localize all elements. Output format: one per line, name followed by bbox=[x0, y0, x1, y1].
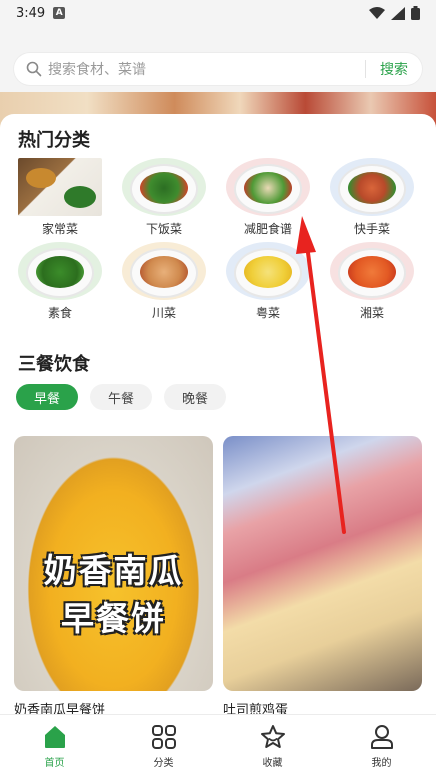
quick-dish-image bbox=[330, 158, 414, 216]
grid-icon bbox=[151, 725, 176, 749]
pumpkin-pancake-image: 奶香南瓜 早餐饼 bbox=[14, 436, 213, 691]
category-vegetarian[interactable]: 素食 bbox=[14, 242, 106, 321]
sichuan-dish-image bbox=[122, 242, 206, 300]
status-time: 3:49 bbox=[16, 5, 46, 21]
recipe-title: 吐司煎鸡蛋 bbox=[223, 703, 289, 714]
nav-profile[interactable]: 我的 bbox=[327, 715, 436, 776]
category-label: 湘菜 bbox=[359, 306, 384, 320]
category-label: 素食 bbox=[47, 306, 72, 320]
category-label: 下饭菜 bbox=[145, 222, 182, 236]
meals-title: 三餐饮食 bbox=[18, 354, 90, 375]
category-cantonese[interactable]: 粤菜 bbox=[222, 242, 314, 321]
search-button[interactable]: 搜索 bbox=[366, 59, 422, 79]
search-icon bbox=[26, 61, 42, 77]
nav-label: 收藏 bbox=[262, 758, 283, 769]
nav-label: 我的 bbox=[371, 758, 392, 769]
recipe-title: 奶香南瓜早餐饼 bbox=[14, 703, 106, 714]
category-hunan[interactable]: 湘菜 bbox=[326, 242, 418, 321]
vegetarian-dish-image bbox=[18, 242, 102, 300]
nav-categories[interactable]: 分类 bbox=[109, 715, 218, 776]
star-icon bbox=[260, 725, 285, 748]
tab-breakfast[interactable]: 早餐 bbox=[16, 384, 79, 410]
recipe-image-text-line2: 早餐饼 bbox=[61, 599, 166, 638]
recipe-card-pumpkin-pancake[interactable]: 奶香南瓜 早餐饼 奶香南瓜早餐饼 bbox=[14, 436, 213, 714]
home-icon bbox=[44, 726, 65, 748]
search-input[interactable]: 搜索食材、菜谱 bbox=[48, 59, 365, 79]
diet-dish-image bbox=[226, 158, 310, 216]
wifi-icon bbox=[369, 6, 385, 19]
category-label: 粤菜 bbox=[255, 306, 280, 320]
meal-tabs: 早餐 午餐 晚餐 bbox=[16, 384, 227, 410]
nav-favorites[interactable]: 收藏 bbox=[218, 715, 327, 776]
category-label: 快手菜 bbox=[353, 222, 390, 236]
category-home-cooking[interactable]: 家常菜 bbox=[14, 158, 106, 237]
nav-label: 首页 bbox=[44, 758, 65, 769]
category-label: 川菜 bbox=[151, 306, 176, 320]
nav-home[interactable]: 首页 bbox=[0, 715, 109, 776]
tab-dinner[interactable]: 晚餐 bbox=[164, 384, 227, 410]
nav-label: 分类 bbox=[153, 758, 174, 769]
app-screen: 3:49 A 搜索食材、菜谱 搜索 热门分类 家常菜 下饭菜 减肥食谱 快手菜 … bbox=[0, 0, 436, 776]
hunan-dish-image bbox=[330, 242, 414, 300]
category-sichuan[interactable]: 川菜 bbox=[118, 242, 210, 321]
main-content-card: 热门分类 家常菜 下饭菜 减肥食谱 快手菜 素食 川菜 粤菜 湘菜 三餐饮食 早… bbox=[0, 114, 436, 714]
cantonese-dish-image bbox=[226, 242, 310, 300]
category-label: 减肥食谱 bbox=[243, 222, 292, 236]
status-bar: 3:49 A bbox=[0, 0, 436, 26]
category-quick-dish[interactable]: 快手菜 bbox=[326, 158, 418, 237]
search-bar[interactable]: 搜索食材、菜谱 搜索 bbox=[14, 53, 422, 85]
recipe-card-toast-egg[interactable]: 吐司煎鸡蛋 bbox=[223, 436, 422, 714]
toast-egg-image bbox=[223, 436, 422, 691]
search-area: 搜索食材、菜谱 搜索 bbox=[0, 26, 436, 98]
rice-dish-image bbox=[122, 158, 206, 216]
cellular-icon bbox=[391, 6, 405, 20]
category-rice-dish[interactable]: 下饭菜 bbox=[118, 158, 210, 237]
notification-icon: A bbox=[53, 7, 66, 19]
home-cooking-dish-image bbox=[18, 158, 102, 216]
tab-lunch[interactable]: 午餐 bbox=[90, 384, 153, 410]
user-icon bbox=[370, 725, 393, 749]
category-diet-recipes[interactable]: 减肥食谱 bbox=[222, 158, 314, 237]
recipe-image-text-line1: 奶香南瓜 bbox=[43, 551, 184, 590]
battery-icon bbox=[411, 6, 420, 20]
bottom-navigation: 首页 分类 收藏 我的 bbox=[0, 714, 436, 776]
category-label: 家常菜 bbox=[41, 222, 78, 236]
hot-categories-title: 热门分类 bbox=[18, 130, 90, 151]
